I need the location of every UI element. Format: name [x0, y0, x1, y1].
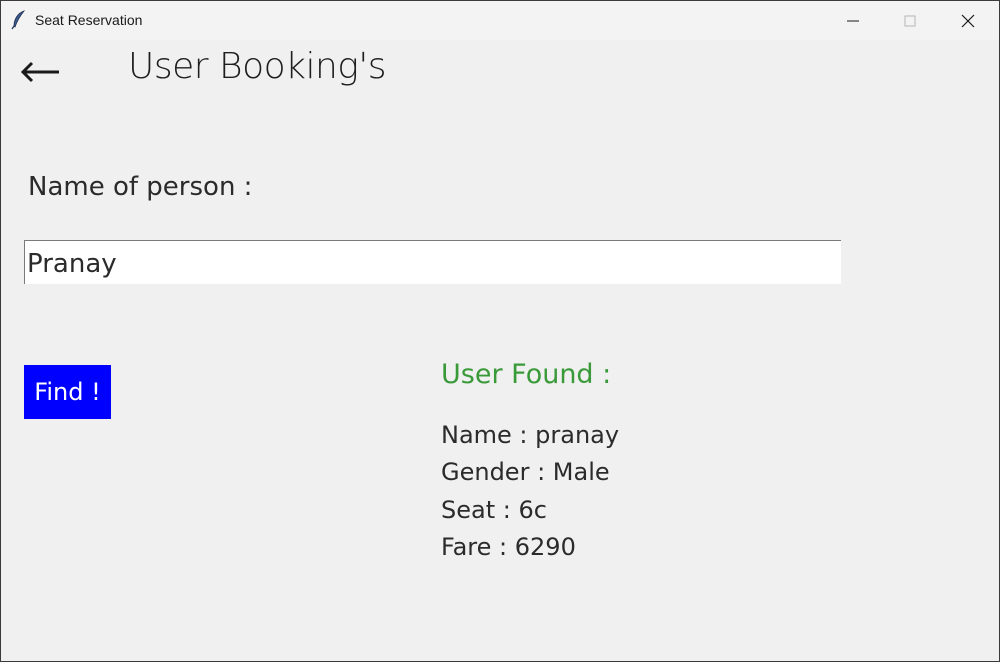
result-seat: Seat : 6c [441, 496, 547, 524]
result-fare: Fare : 6290 [441, 533, 576, 561]
result-name: Name : pranay [441, 421, 620, 449]
result-gender: Gender : Male [441, 458, 610, 486]
back-arrow-icon [20, 61, 59, 83]
title-bar[interactable]: Seat Reservation [1, 0, 999, 41]
close-button[interactable] [945, 1, 991, 41]
maximize-icon [904, 15, 916, 27]
user-found-heading: User Found : [441, 359, 612, 390]
feather-icon [11, 10, 26, 30]
minimize-button[interactable] [830, 1, 876, 41]
find-button[interactable]: Find ! [24, 365, 111, 419]
app-window: Seat Reservation User Booking's Name of … [0, 0, 1000, 662]
name-label: Name of person : [28, 172, 253, 202]
maximize-button[interactable] [887, 1, 933, 41]
page-title: User Booking's [128, 46, 387, 87]
name-input[interactable] [24, 240, 841, 284]
minimize-icon [847, 20, 859, 22]
back-button[interactable] [19, 52, 63, 92]
window-title: Seat Reservation [35, 12, 143, 28]
close-icon [961, 14, 975, 28]
